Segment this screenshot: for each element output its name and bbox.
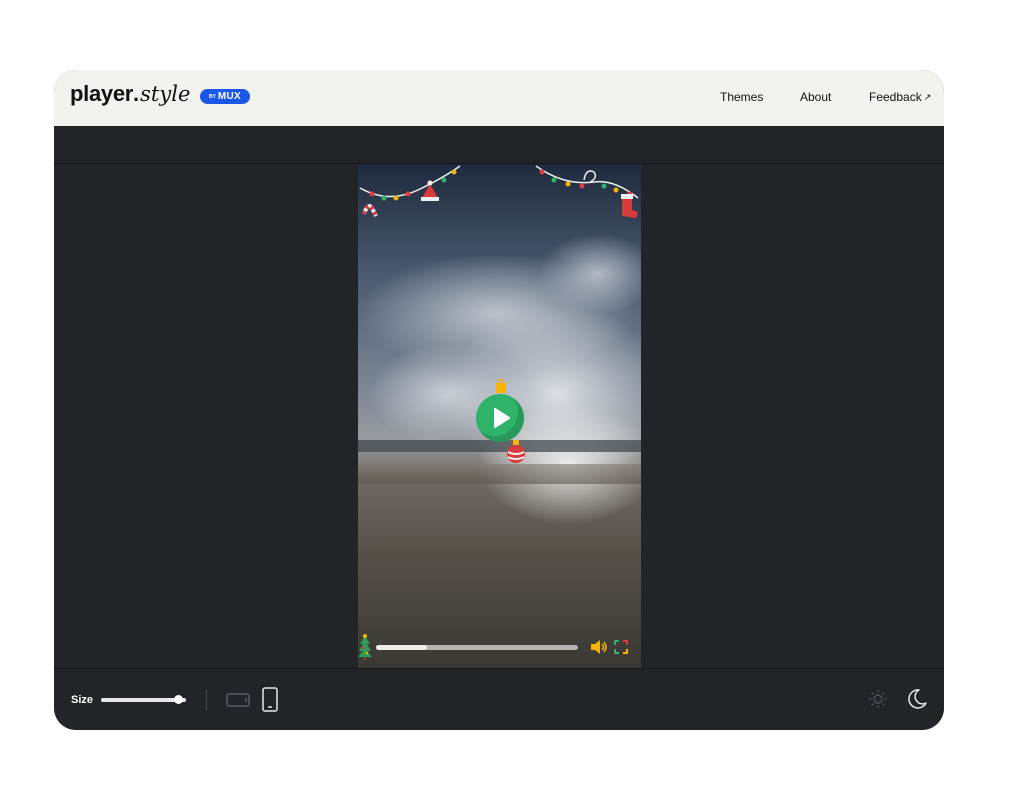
moon-icon[interactable] — [906, 688, 928, 710]
size-label: Size — [71, 694, 94, 706]
header: player. style BY MUX Themes About Feedbac… — [54, 70, 944, 127]
top-toolbar — [54, 126, 944, 164]
nav-feedback-label: Feedback — [869, 90, 922, 104]
external-arrow-icon: ↗ — [923, 92, 932, 102]
play-button[interactable] — [476, 394, 524, 442]
mux-badge[interactable]: BY MUX — [200, 89, 250, 104]
ornament-cap-icon — [496, 379, 506, 393]
video-ground — [358, 464, 641, 484]
nav-feedback[interactable]: Feedback ↗ — [869, 90, 931, 104]
sun-icon[interactable] — [868, 689, 888, 709]
mux-badge-name: MUX — [217, 91, 242, 102]
tree-icon — [358, 634, 372, 660]
portrait-icon[interactable] — [262, 687, 278, 712]
progress-fill — [376, 645, 427, 650]
fullscreen-icon[interactable] — [614, 640, 628, 654]
footer-toolbar: Size — [54, 668, 944, 730]
video-player[interactable] — [358, 164, 641, 668]
mux-badge-by: BY — [208, 93, 216, 100]
app-window: player. style BY MUX Themes About Feedbac… — [54, 70, 944, 730]
size-slider-thumb[interactable] — [173, 695, 183, 704]
size-slider[interactable] — [101, 695, 186, 704]
progress-bar[interactable] — [376, 645, 578, 650]
logo-dot: . — [133, 81, 140, 106]
play-icon — [494, 408, 510, 428]
logo[interactable]: player. style — [70, 83, 190, 105]
landscape-icon[interactable] — [226, 693, 250, 707]
footer-divider — [206, 689, 207, 711]
volume-icon[interactable] — [590, 639, 608, 655]
logo-style-text: style — [140, 82, 191, 106]
logo-text: player — [70, 81, 134, 106]
nav-about[interactable]: About — [800, 90, 831, 104]
christmas-lights-right-icon — [535, 165, 639, 218]
christmas-lights-left-icon — [359, 165, 461, 217]
nav-themes[interactable]: Themes — [720, 90, 763, 104]
ornament-icon — [507, 440, 525, 463]
player-stage — [54, 164, 944, 668]
